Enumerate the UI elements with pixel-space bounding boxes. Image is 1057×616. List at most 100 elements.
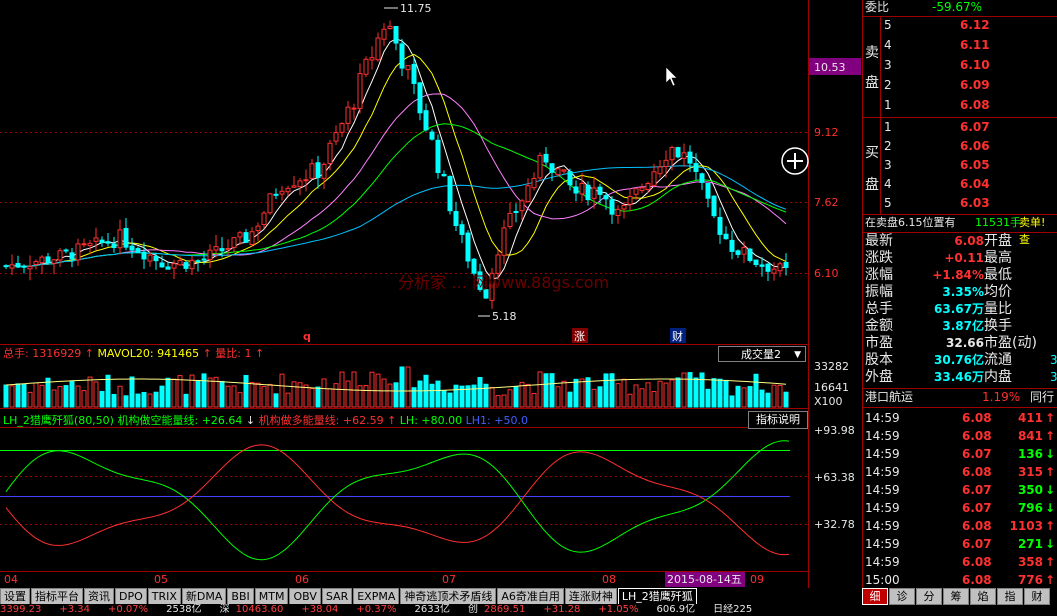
tab-obv[interactable]: OBV	[289, 588, 321, 605]
tab-lh2[interactable]: LH_2猎鹰歼狐	[617, 588, 697, 605]
panel-tab[interactable]: 财	[1024, 588, 1050, 605]
indicator-help-button[interactable]: 指标说明	[748, 411, 808, 429]
candle-body	[369, 57, 375, 61]
x-axis-month: 09	[750, 573, 764, 586]
bid-level-row[interactable]: 1 6.07	[880, 119, 1057, 136]
quote-right-label: 内盘	[984, 369, 1012, 385]
panel-tab[interactable]: 细	[862, 588, 888, 605]
candle-body	[267, 193, 273, 214]
candle-body	[435, 139, 441, 174]
ask-level-row[interactable]: 4 6.11	[880, 37, 1057, 54]
tab-indicator-platform[interactable]: 指标平台	[31, 588, 83, 605]
tick-price: 6.08	[962, 411, 992, 425]
volume-bar	[333, 383, 339, 408]
buy-label-2: 盘	[865, 177, 879, 193]
tab-settings[interactable]: 设置	[0, 588, 30, 605]
candle-body	[549, 163, 555, 173]
tab-lianzhang[interactable]: 连涨财神	[564, 588, 617, 605]
tab-dpo[interactable]: DPO	[115, 588, 147, 605]
short-energy-value: +26.64	[202, 414, 243, 427]
candle-body	[597, 186, 603, 195]
volume-bar	[387, 383, 393, 408]
volume-bar	[543, 373, 549, 408]
large-order-notice[interactable]: 在卖盘6.15位置有 11531手 卖单! 查	[862, 214, 1057, 246]
candle-body	[321, 163, 327, 179]
event-marker-q[interactable]: q	[303, 330, 311, 343]
arrow-down-icon: ↓	[1044, 483, 1055, 497]
event-marker-cai[interactable]: 财	[672, 329, 683, 343]
volume-ratio-value: 1	[245, 347, 252, 360]
panel-tab[interactable]: 筹	[943, 588, 969, 605]
bid-level-row[interactable]: 3 6.05	[880, 157, 1057, 174]
tick-time: 14:59	[865, 411, 900, 425]
candle-body	[441, 173, 447, 177]
arrow-down-icon: ↓	[1044, 501, 1055, 515]
candle-body	[15, 262, 21, 268]
tab-new-dma[interactable]: 新DMA	[181, 588, 227, 605]
tab-trix[interactable]: TRIX	[147, 588, 181, 605]
quote-panel: 委比 -59.67% 卖 盘 5 6.12 4 6.11 3 6.10 2 6.09 1 6.08…	[862, 0, 1057, 588]
candle-body	[327, 142, 333, 164]
panel-tab[interactable]: 分	[916, 588, 942, 605]
volume-bar	[693, 377, 699, 408]
candle-body	[621, 204, 627, 210]
volume-bar	[357, 385, 363, 408]
ask-price: 6.10	[960, 58, 990, 72]
volume-type-dropdown[interactable]: 成交量2 ▼	[718, 346, 806, 362]
candle-body	[603, 195, 609, 200]
quote-label: 涨跌	[865, 250, 893, 266]
bid-level-row[interactable]: 2 6.06	[880, 138, 1057, 155]
quote-label: 最新	[865, 233, 893, 249]
candle-body	[225, 247, 231, 251]
panel-tab[interactable]: 焰	[970, 588, 996, 605]
candle-body	[555, 168, 561, 176]
volume-bar	[243, 374, 249, 408]
ask-level-row[interactable]: 3 6.10	[880, 57, 1057, 74]
ask-level-row[interactable]: 2 6.09	[880, 77, 1057, 94]
candle-body	[3, 265, 9, 268]
candle-body	[699, 173, 705, 183]
candle-body	[165, 266, 171, 270]
tick-row: 14:59 6.08 841 ↑	[862, 427, 1057, 445]
chart-area[interactable]: 分析家 … 网www.88gs.com 11.75 5.18 q 涨 财 10.…	[0, 0, 862, 588]
stock-info-row[interactable]: 港口航运 1.19% 同行	[862, 389, 1057, 406]
event-marker-zhang[interactable]: 涨	[574, 330, 585, 343]
tab-bbi[interactable]: BBI	[227, 588, 254, 605]
tab-a6[interactable]: A6奇准自用	[497, 588, 564, 605]
panel-tab[interactable]: 诊	[889, 588, 915, 605]
candle-body	[573, 186, 579, 194]
quote-row: 振幅 3.35% 均价	[862, 284, 1057, 301]
volume-bar	[507, 389, 513, 408]
sz-index: 10463.60	[235, 604, 284, 615]
tick-row: 14:59 6.08 1103 ↑	[862, 517, 1057, 535]
panel-tab[interactable]: 指	[997, 588, 1023, 605]
quote-label: 金额	[865, 318, 893, 334]
tab-sar[interactable]: SAR	[321, 588, 353, 605]
bid-level-row[interactable]: 4 6.04	[880, 176, 1057, 193]
candlestick-series	[3, 20, 789, 309]
candle-body	[201, 258, 207, 261]
arrow-up-icon: ↑	[1044, 465, 1055, 479]
tab-escape-top[interactable]: 神奇逃顶术矛盾线	[400, 588, 497, 605]
candle-body	[687, 151, 693, 164]
indicator-name: LH_2猎鹰歼狐(80,50)	[3, 413, 114, 427]
zoom-in-icon[interactable]	[781, 147, 809, 175]
candle-body	[591, 187, 597, 199]
ask-level-row[interactable]: 5 6.12	[880, 17, 1057, 34]
candle-body	[285, 187, 291, 193]
tab-news[interactable]: 资讯	[84, 588, 114, 605]
quote-right-label: 量比	[984, 301, 1012, 317]
candle-body	[279, 190, 285, 195]
volume-bar	[759, 389, 765, 408]
volume-bar	[741, 387, 747, 408]
tab-mtm[interactable]: MTM	[254, 588, 289, 605]
candle-body	[183, 262, 189, 269]
volume-bar	[345, 380, 351, 408]
ask-level-row[interactable]: 1 6.08	[880, 97, 1057, 114]
bid-level-row[interactable]: 5 6.03	[880, 195, 1057, 212]
volume-bar	[261, 386, 267, 408]
volume-bar	[669, 379, 675, 408]
candle-body	[777, 263, 783, 272]
candle-body	[81, 243, 87, 246]
tab-expma[interactable]: EXPMA	[353, 588, 400, 605]
